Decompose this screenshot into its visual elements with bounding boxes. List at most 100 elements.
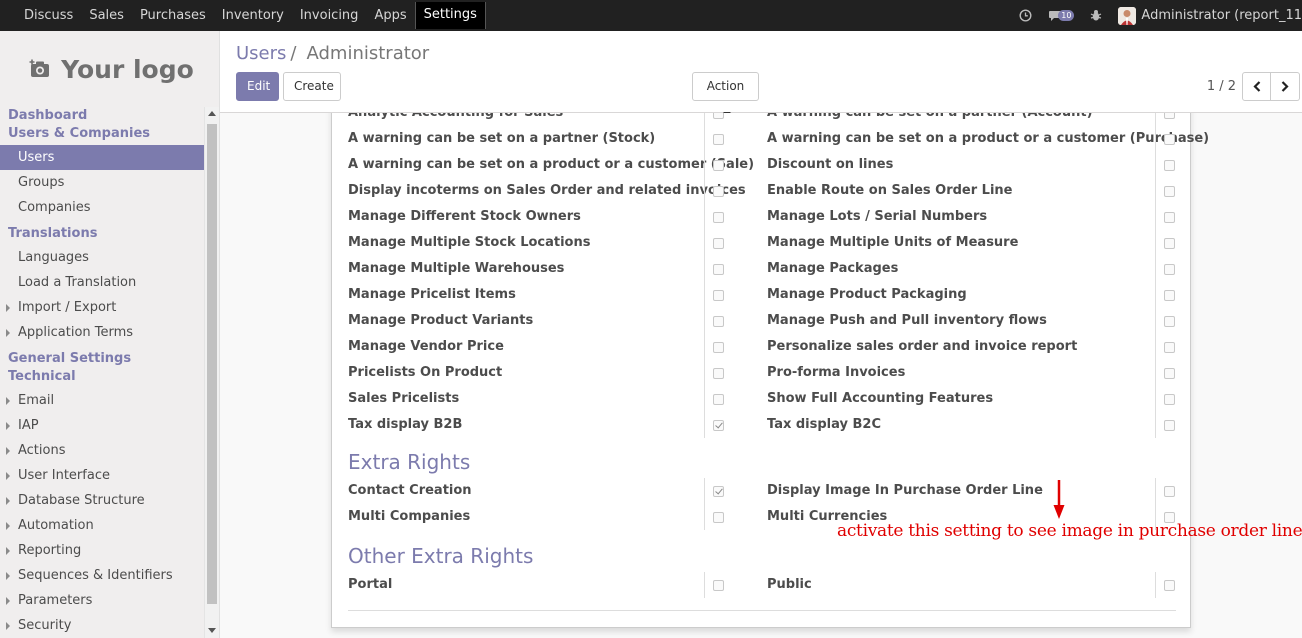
pager-next-button[interactable] bbox=[1271, 72, 1300, 101]
right-checkbox[interactable] bbox=[1164, 580, 1175, 591]
right-checkbox[interactable] bbox=[713, 290, 724, 301]
scroll-up-arrow-icon[interactable] bbox=[208, 111, 216, 116]
edit-button[interactable]: Edit bbox=[236, 72, 279, 101]
sidebar-scrollbar[interactable] bbox=[204, 107, 219, 638]
column-divider bbox=[1155, 572, 1156, 598]
right-checkbox[interactable] bbox=[713, 580, 724, 591]
right-checkbox[interactable] bbox=[1164, 368, 1175, 379]
right-checkbox[interactable] bbox=[1164, 134, 1175, 145]
sidebar-menu: Dashboard Users & Companies Users Groups Com… bbox=[0, 107, 204, 638]
right-checkbox[interactable] bbox=[1164, 264, 1175, 275]
right-label: Pro-forma Invoices bbox=[767, 365, 906, 380]
right-checkbox[interactable] bbox=[713, 160, 724, 171]
sidebar-item-iap[interactable]: IAP bbox=[0, 413, 204, 438]
right-checkbox[interactable] bbox=[1164, 212, 1175, 223]
sidebar-item-application-terms[interactable]: Application Terms bbox=[0, 320, 204, 345]
right-checkbox[interactable] bbox=[713, 113, 724, 119]
right-checkbox[interactable] bbox=[713, 394, 724, 405]
column-divider bbox=[704, 412, 705, 438]
right-checkbox[interactable] bbox=[713, 134, 724, 145]
sidebar-item-user-interface[interactable]: User Interface bbox=[0, 463, 204, 488]
right-label: Public bbox=[767, 577, 812, 592]
right-checkbox[interactable] bbox=[1164, 238, 1175, 249]
top-menu-apps[interactable]: Apps bbox=[366, 0, 414, 31]
breadcrumb-users-link[interactable]: Users bbox=[236, 43, 286, 64]
sidebar-item-security[interactable]: Security bbox=[0, 613, 204, 638]
right-label: Manage Product Packaging bbox=[767, 287, 967, 302]
sidebar-item-users[interactable]: Users bbox=[0, 145, 204, 170]
right-checkbox[interactable] bbox=[1164, 113, 1175, 119]
rights-row: Manage Vendor Price Personalize sales ord… bbox=[348, 334, 1176, 360]
sidebar-item-sequences-identifiers[interactable]: Sequences & Identifiers bbox=[0, 563, 204, 588]
sidebar-item-technical[interactable]: Technical bbox=[0, 368, 204, 386]
extra-rights-title: Extra Rights bbox=[348, 450, 471, 474]
debug-bug-icon[interactable] bbox=[1090, 9, 1102, 22]
pager-value[interactable]: 1 / 2 bbox=[1207, 79, 1236, 94]
action-dropdown-button[interactable]: Action bbox=[692, 72, 759, 116]
right-checkbox[interactable] bbox=[713, 212, 724, 223]
right-checkbox[interactable] bbox=[713, 342, 724, 353]
right-checkbox[interactable] bbox=[713, 264, 724, 275]
activity-clock-icon[interactable] bbox=[1019, 9, 1032, 22]
sidebar-item-groups[interactable]: Groups bbox=[0, 170, 204, 195]
top-menu-invoicing[interactable]: Invoicing bbox=[292, 0, 367, 31]
right-checkbox[interactable] bbox=[713, 512, 724, 523]
rights-row: Manage Pricelist Items Manage Product Pac… bbox=[348, 282, 1176, 308]
breadcrumb-separator: / bbox=[290, 43, 297, 64]
sidebar-item-actions[interactable]: Actions bbox=[0, 438, 204, 463]
sidebar-item-parameters[interactable]: Parameters bbox=[0, 588, 204, 613]
sidebar-item-dashboard[interactable]: Dashboard bbox=[0, 107, 204, 125]
top-menu-purchases[interactable]: Purchases bbox=[132, 0, 214, 31]
sidebar-item-automation[interactable]: Automation bbox=[0, 513, 204, 538]
right-checkbox[interactable] bbox=[1164, 186, 1175, 197]
right-checkbox[interactable] bbox=[1164, 486, 1175, 497]
top-menu-inventory[interactable]: Inventory bbox=[214, 0, 292, 31]
column-divider bbox=[704, 282, 705, 308]
chevron-left-icon bbox=[1252, 81, 1260, 92]
right-checkbox[interactable] bbox=[713, 420, 724, 431]
sidebar-item-translations[interactable]: Translations bbox=[0, 225, 204, 243]
right-checkbox[interactable] bbox=[1164, 394, 1175, 405]
sidebar-item-email[interactable]: Email bbox=[0, 388, 204, 413]
sidebar-item-load-a-translation[interactable]: Load a Translation bbox=[0, 270, 204, 295]
user-menu[interactable]: Administrator (report_11 bbox=[1118, 6, 1302, 25]
sidebar-item-users-companies[interactable]: Users & Companies bbox=[0, 125, 204, 143]
right-label: A warning can be set on a partner (Accou… bbox=[767, 113, 1093, 126]
right-checkbox[interactable] bbox=[1164, 316, 1175, 327]
create-button[interactable]: Create bbox=[283, 72, 341, 101]
rights-row: Analytic Accounting for Sales A warning c… bbox=[348, 113, 1176, 126]
right-checkbox[interactable] bbox=[713, 186, 724, 197]
top-menu-discuss[interactable]: Discuss bbox=[16, 0, 81, 31]
right-checkbox[interactable] bbox=[713, 238, 724, 249]
sidebar-item-reporting[interactable]: Reporting bbox=[0, 538, 204, 563]
right-checkbox[interactable] bbox=[1164, 342, 1175, 353]
column-divider bbox=[1155, 204, 1156, 230]
column-divider bbox=[704, 178, 705, 204]
form-sheet: Extra Rights Other Extra Rights activate… bbox=[331, 113, 1302, 628]
right-checkbox[interactable] bbox=[1164, 420, 1175, 431]
right-checkbox[interactable] bbox=[1164, 160, 1175, 171]
messages-icon[interactable]: 10 bbox=[1048, 10, 1075, 22]
scroll-down-arrow-icon[interactable] bbox=[208, 628, 216, 633]
sidebar-item-companies[interactable]: Companies bbox=[0, 195, 204, 220]
right-label: Pricelists On Product bbox=[348, 365, 503, 380]
top-menu-sales[interactable]: Sales bbox=[81, 0, 132, 31]
sidebar-item-general-settings[interactable]: General Settings bbox=[0, 350, 204, 368]
logo-text: Your logo bbox=[61, 54, 194, 84]
right-checkbox[interactable] bbox=[713, 368, 724, 379]
sidebar-item-database-structure[interactable]: Database Structure bbox=[0, 488, 204, 513]
right-checkbox[interactable] bbox=[1164, 290, 1175, 301]
top-menu-settings[interactable]: Settings bbox=[414, 2, 486, 29]
control-panel: Users / Administrator Edit Create Action… bbox=[220, 31, 1302, 116]
right-label: Enable Route on Sales Order Line bbox=[767, 183, 1013, 198]
right-label: Manage Different Stock Owners bbox=[348, 209, 581, 224]
right-checkbox[interactable] bbox=[713, 316, 724, 327]
pager-previous-button[interactable] bbox=[1242, 72, 1271, 101]
sidebar-item-import-export[interactable]: Import / Export bbox=[0, 295, 204, 320]
right-label: Tax display B2B bbox=[348, 417, 463, 432]
sidebar-item-languages[interactable]: Languages bbox=[0, 245, 204, 270]
column-divider bbox=[1155, 126, 1156, 152]
right-checkbox[interactable] bbox=[713, 486, 724, 497]
right-checkbox[interactable] bbox=[1164, 512, 1175, 523]
scrollbar-thumb[interactable] bbox=[207, 124, 217, 604]
